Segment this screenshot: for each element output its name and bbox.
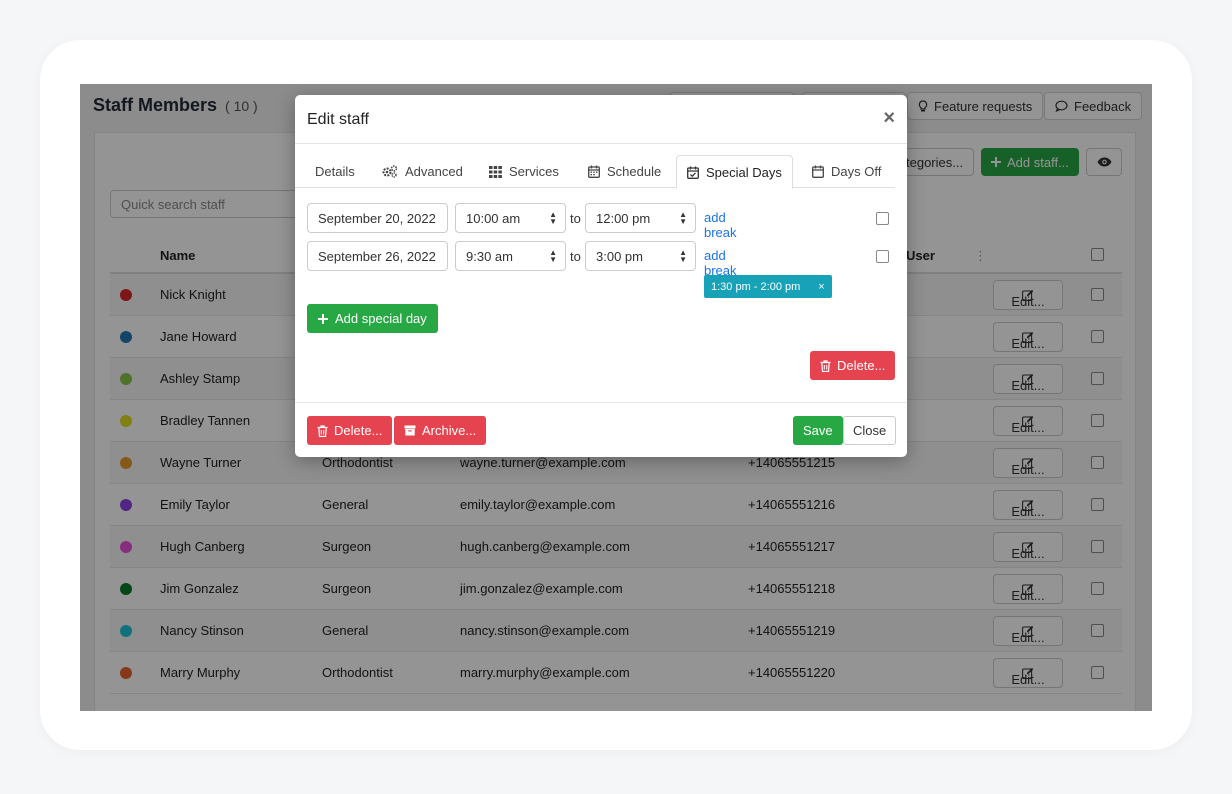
to-label: to xyxy=(570,211,581,226)
tab-days-off[interactable]: Days Off xyxy=(802,155,891,188)
special-day-start-select[interactable]: 10:00 am ▲ ▼ xyxy=(455,203,566,233)
break-tag[interactable]: 1:30 pm - 2:00 pm × xyxy=(704,275,832,298)
delete-staff-button[interactable]: Delete... xyxy=(307,416,393,445)
edit-staff-modal: Edit staff × Details Advanced Services S… xyxy=(295,95,907,457)
modal-header: Edit staff × xyxy=(295,95,907,144)
tab-schedule-label: Schedule xyxy=(607,164,662,179)
tab-details[interactable]: Details xyxy=(305,155,365,188)
select-arrows-icon: ▲ ▼ xyxy=(679,210,687,226)
special-day-start: 10:00 am xyxy=(466,210,521,226)
special-day-end-select[interactable]: 12:00 pm ▲ ▼ xyxy=(585,203,696,233)
tab-special-days[interactable]: Special Days xyxy=(676,155,793,189)
cogs-icon xyxy=(382,165,398,178)
plus-icon xyxy=(318,313,328,324)
tab-details-label: Details xyxy=(315,164,355,179)
special-day-start-select[interactable]: 9:30 am ▲ ▼ xyxy=(455,241,566,271)
close-button[interactable]: Close xyxy=(843,416,897,445)
grid-icon xyxy=(489,165,502,178)
archive-staff-label: Archive... xyxy=(422,423,477,438)
select-arrows-icon: ▲ ▼ xyxy=(549,210,557,226)
tab-advanced-label: Advanced xyxy=(405,164,463,179)
add-break-link[interactable]: add break xyxy=(704,210,737,240)
archive-icon xyxy=(404,425,416,436)
special-day-checkbox[interactable] xyxy=(876,212,889,225)
tab-schedule[interactable]: Schedule xyxy=(578,155,671,188)
special-day-date: September 26, 2022 xyxy=(318,248,436,264)
modal-title: Edit staff xyxy=(307,111,369,128)
calendar-icon xyxy=(588,165,600,178)
trash-icon xyxy=(317,424,328,437)
calendar-check-icon xyxy=(687,166,699,179)
delete-special-days-button[interactable]: Delete... xyxy=(810,351,896,380)
modal-tabs: Details Advanced Services Schedule Speci… xyxy=(295,155,895,189)
calendar-blank-icon xyxy=(812,165,824,178)
remove-break-icon[interactable]: × xyxy=(818,281,824,293)
special-day-date-input[interactable]: September 26, 2022 xyxy=(307,241,448,271)
special-day-start: 9:30 am xyxy=(466,248,513,264)
delete-staff-label: Delete... xyxy=(334,423,383,438)
special-day-date: September 20, 2022 xyxy=(318,210,436,226)
add-special-day-label: Add special day xyxy=(335,311,427,326)
save-button[interactable]: Save xyxy=(793,416,843,445)
add-break-link[interactable]: add break xyxy=(704,248,737,278)
special-day-checkbox[interactable] xyxy=(876,250,889,263)
select-arrows-icon: ▲ ▼ xyxy=(679,248,687,264)
tab-services-label: Services xyxy=(509,164,559,179)
to-label: to xyxy=(570,249,581,264)
tab-days-off-label: Days Off xyxy=(831,164,882,179)
select-arrows-icon: ▲ ▼ xyxy=(549,248,557,264)
save-label: Save xyxy=(803,423,833,438)
modal-footer: Delete... Archive... Save Close xyxy=(295,402,907,457)
tab-advanced[interactable]: Advanced xyxy=(372,155,473,188)
special-day-date-input[interactable]: September 20, 2022 xyxy=(307,203,448,233)
special-day-end: 12:00 pm xyxy=(596,210,651,226)
close-icon[interactable]: × xyxy=(883,107,895,130)
tab-services[interactable]: Services xyxy=(479,155,569,188)
close-label: Close xyxy=(853,423,887,438)
tab-special-days-label: Special Days xyxy=(706,164,782,180)
trash-icon xyxy=(820,359,831,372)
break-time-label: 1:30 pm - 2:00 pm xyxy=(711,280,801,293)
delete-special-days-label: Delete... xyxy=(837,358,886,373)
archive-staff-button[interactable]: Archive... xyxy=(394,416,487,445)
special-day-end-select[interactable]: 3:00 pm ▲ ▼ xyxy=(585,241,696,271)
special-day-end: 3:00 pm xyxy=(596,248,643,264)
add-special-day-button[interactable]: Add special day xyxy=(307,304,438,333)
